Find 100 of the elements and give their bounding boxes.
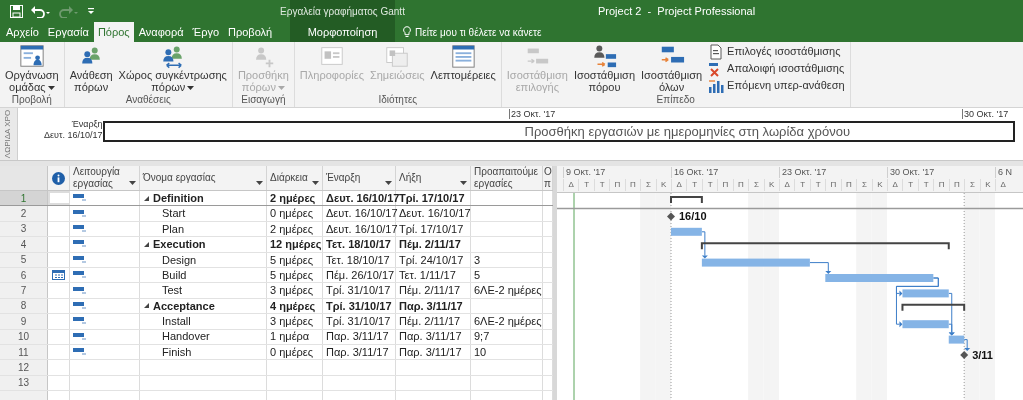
ribbon-tab[interactable]: Προβολή <box>224 22 277 42</box>
task-name: Execution <box>153 237 206 253</box>
week-label: 23 Οκτ. '17 <box>779 167 827 178</box>
day-label: Κ <box>871 179 887 191</box>
bar-chart-icon <box>708 77 725 94</box>
summary-bar[interactable] <box>670 196 703 204</box>
day-label: Δ <box>671 179 687 191</box>
day-label: Σ <box>964 179 980 191</box>
tell-me-button[interactable]: Πείτε μου τι θέλετε να κάνετε <box>403 22 542 42</box>
task-bar[interactable] <box>902 289 949 298</box>
milestone-diamond[interactable] <box>667 212 675 221</box>
task-bar[interactable] <box>701 258 810 267</box>
ribbon-small-button[interactable]: Επιλογές ισοστάθμισης <box>706 43 847 60</box>
finish-cell: Τρί. 17/10/17 <box>396 221 471 237</box>
finish-cell: Πέμ. 2/11/17 <box>396 314 471 329</box>
information-icon <box>52 171 65 185</box>
milestone-diamond[interactable] <box>960 351 969 359</box>
ribbon-small-button[interactable]: Απαλοιφή ισοστάθμισης <box>706 60 847 77</box>
task-name: Finish <box>162 344 192 360</box>
task-bar[interactable] <box>948 335 965 344</box>
finish-cell: Τρί. 24/10/17 <box>396 252 471 267</box>
ribbon-tab[interactable]: Έργο <box>188 22 224 42</box>
task-bar[interactable] <box>671 227 702 236</box>
ribbon-button[interactable]: Ισοστάθμιση πόρου <box>571 42 637 93</box>
column-header-label: Όνομα εργασίας <box>143 172 217 184</box>
predecessors-cell: 9;7 <box>471 329 543 344</box>
predecessors-cell: 6ΛΕ-2 ημέρες <box>471 314 543 329</box>
week-label: 16 Οκτ. '17 <box>671 167 719 178</box>
start-cell: Τρί. 31/10/17 <box>323 314 396 329</box>
save-icon[interactable] <box>10 4 23 18</box>
row-number[interactable]: 2 <box>0 206 48 221</box>
day-label: Κ <box>763 179 779 191</box>
start-cell: Δευτ. 16/10/17 <box>323 221 396 237</box>
row-number[interactable]: 1 <box>0 191 48 206</box>
row-number[interactable]: 4 <box>0 237 48 252</box>
customize-icon[interactable] <box>87 6 95 16</box>
ribbon-tab[interactable]: Πόρος <box>93 22 134 42</box>
day-label: Κ <box>655 179 671 191</box>
task-bar[interactable] <box>902 320 949 329</box>
column-header[interactable]: Ο π <box>543 166 553 190</box>
ribbon-button[interactable]: Ανάθεση πόρων <box>67 42 115 93</box>
day-label: Π <box>624 179 641 191</box>
row-number[interactable]: 12 <box>0 360 48 375</box>
auto-schedule-icon <box>73 317 87 326</box>
corner-header-cell[interactable] <box>0 166 48 190</box>
ribbon-button[interactable]: Χώρος συγκέντρωσης πόρων <box>116 42 229 93</box>
day-label: Δ <box>563 179 579 191</box>
day-label: Τ <box>794 179 810 191</box>
predecessors-cell: 6ΛΕ-2 ημέρες <box>471 283 543 298</box>
column-header[interactable]: Λήξη <box>396 166 471 190</box>
summary-bar[interactable] <box>700 242 950 251</box>
ribbon-tab[interactable]: Αναφορά <box>134 22 188 42</box>
milestone-date-label: 16/10 <box>679 210 707 223</box>
window-title: Project 2 - Project Professional <box>598 3 756 19</box>
finish-cell: Παρ. 3/11/17 <box>396 298 471 314</box>
timeline-start-label: Έναρξη <box>71 119 103 130</box>
day-label: Δ <box>995 179 1011 191</box>
day-label: Σ <box>856 179 872 191</box>
predecessors-cell: 10 <box>471 344 543 360</box>
column-header[interactable]: Έναρξη <box>323 166 396 190</box>
column-header[interactable]: Όνομα εργασίας <box>140 166 267 190</box>
finish-cell: Πέμ. 2/11/17 <box>396 237 471 252</box>
task-name: Handover <box>162 329 210 345</box>
row-number[interactable]: 9 <box>0 314 48 329</box>
day-label: Δ <box>779 179 795 191</box>
ribbon-group-label: Εισαγωγή <box>241 94 286 107</box>
start-cell: Πέμ. 26/10/17 <box>323 267 396 283</box>
collapse-triangle-icon[interactable] <box>144 195 149 201</box>
summary-bar[interactable] <box>901 303 966 312</box>
duration-cell: 3 ημέρες <box>267 314 323 329</box>
start-cell: Τετ. 18/10/17 <box>323 237 396 252</box>
duration-cell: 0 ημέρες <box>267 344 323 360</box>
ribbon-button[interactable]: Λεπτομέρειες <box>428 42 498 81</box>
caret-icon <box>385 181 392 185</box>
task-bar[interactable] <box>825 274 934 282</box>
collapse-triangle-icon[interactable] <box>144 241 149 247</box>
ribbon-button[interactable]: Οργάνωση ομάδας <box>3 42 61 93</box>
timeline-tick-label: 23 Οκτ. '17 <box>509 109 556 119</box>
ribbon-tab[interactable]: Αρχείο <box>2 22 43 42</box>
lightbulb-icon <box>403 26 411 38</box>
start-cell: Παρ. 3/11/17 <box>323 344 396 360</box>
column-header[interactable]: Διάρκεια <box>267 166 323 190</box>
duration-cell: 4 ημέρες <box>267 298 323 314</box>
indicator-cell[interactable] <box>48 191 70 206</box>
day-label: Π <box>825 179 841 191</box>
auto-schedule-icon <box>73 348 87 357</box>
ribbon-tab[interactable]: Εργασία <box>43 22 93 42</box>
auto-schedule-icon <box>73 194 87 203</box>
auto-schedule-icon <box>73 332 87 341</box>
row-number[interactable]: 7 <box>0 283 48 298</box>
ribbon-small-button[interactable]: Επόμενη υπερ-ανάθεση <box>706 77 847 94</box>
day-label: Π <box>933 179 949 191</box>
collapse-triangle-icon[interactable] <box>144 303 149 309</box>
task-name: Install <box>162 314 191 330</box>
ribbon-button[interactable]: Ισοστάθμιση όλων <box>639 42 705 93</box>
undo-icon[interactable] <box>31 4 51 18</box>
start-cell: Δευτ. 16/10/17 <box>323 206 396 221</box>
column-header[interactable]: Λειτουργία εργασίας <box>70 166 140 190</box>
timeline-placeholder: Προσθήκη εργασιών με ημερομηνίες στη λωρίδα χρόνου <box>524 122 850 141</box>
timeline-bar[interactable]: Προσθήκη εργασιών με ημερομηνίες στη λωρίδα χρόνου <box>103 121 1015 142</box>
